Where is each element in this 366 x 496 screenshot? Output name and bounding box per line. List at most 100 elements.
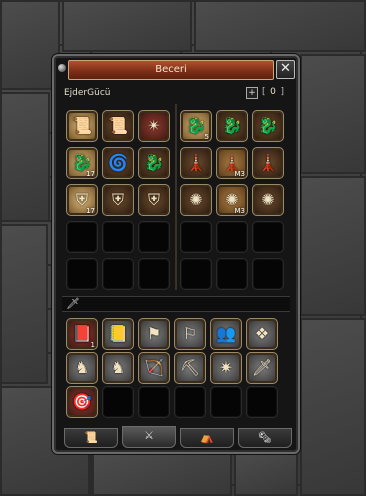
skill-slot[interactable]: 🗼 [252,147,284,179]
scroll-icon: 📜 [108,116,128,135]
skill-slot[interactable]: 🐉 5 [180,110,212,142]
skill-slot[interactable]: 🐉 17 [66,147,98,179]
camp-tab-icon: ⛺ [200,431,214,444]
skill-slot[interactable]: 🌀 [102,147,134,179]
empty-skill-slot[interactable] [210,386,242,418]
window-title: Beceri [68,60,274,80]
skill-level-label: 17 [86,170,95,178]
skill-slot[interactable]: ♞ [66,352,98,384]
tower-icon: 🗼 [186,153,206,172]
empty-skill-slot[interactable] [174,386,206,418]
claw-icon: ✷ [219,358,233,377]
skill-slot[interactable]: ⛨ [138,184,170,216]
scroll-icon: 📜 [72,116,92,135]
empty-skill-slot[interactable] [66,258,98,290]
skill-slot[interactable]: ⛨ [102,184,134,216]
stone-block [300,54,366,174]
empty-skill-slot[interactable] [180,258,212,290]
sword-tab-icon: ⚔ [144,429,154,442]
skill-slot[interactable]: 🎯 [66,386,98,418]
yellow-book-icon: 📒 [108,324,128,343]
tower-icon: 🗼 [258,153,278,172]
skill-slot[interactable]: 🐉 [138,147,170,179]
stone-block [92,452,232,496]
skill-level-label: 1 [90,341,95,349]
empty-skill-slot[interactable] [216,221,248,253]
spiral-icon: ✺ [261,190,275,209]
sword-icon: 🗡 [251,358,273,377]
empty-skill-slot[interactable] [66,221,98,253]
empty-skill-slot[interactable] [138,386,170,418]
swirl-icon: 🌀 [108,153,128,172]
skill-slot[interactable]: 🗼 M3 [216,147,248,179]
skill-slot[interactable]: 👥 [210,318,242,350]
target-icon: 🎯 [72,392,92,411]
tab-sword[interactable]: ⚔ [122,426,176,448]
skill-slot[interactable]: ⛏ [174,352,206,384]
empty-skill-slot[interactable] [252,221,284,253]
stone-block [0,92,50,222]
close-button[interactable]: ✕ [276,60,295,79]
empty-skill-slot[interactable] [102,221,134,253]
skill-slot[interactable]: ✺ [252,184,284,216]
sword-icon: 🗡 [66,297,80,310]
skill-slot[interactable]: ⚑ [138,318,170,350]
empty-skill-slot[interactable] [252,258,284,290]
skill-slot[interactable]: 🏹 [138,352,170,384]
skill-level-label: M3 [234,170,246,178]
stone-block [234,452,298,496]
skill-slot[interactable]: 🐉 [252,110,284,142]
empty-skill-slot[interactable] [138,258,170,290]
stone-block [300,318,366,496]
item-bar: 🗡 [62,296,290,312]
skill-slot[interactable]: 🗡 [246,352,278,384]
stone-block [300,176,366,316]
skill-slot[interactable]: ⚐ [174,318,206,350]
tab-camp[interactable]: ⛺ [180,428,234,448]
stone-block [194,0,366,52]
add-point-button[interactable]: + [246,87,258,99]
pickaxe-icon: ⛏ [179,358,201,377]
empty-skill-slot[interactable] [138,221,170,253]
skill-slot[interactable]: 📜 [102,110,134,142]
skill-slot[interactable]: ⛨ 17 [66,184,98,216]
skill-slot[interactable]: 📕 1 [66,318,98,350]
empty-skill-slot[interactable] [180,221,212,253]
tab-scroll[interactable]: 🗞 [238,428,292,448]
skill-slot[interactable]: ♞ [102,352,134,384]
dragon-icon: 🐉 [144,153,164,172]
skill-slot[interactable]: ❖ [246,318,278,350]
skill-slot[interactable]: 📒 [102,318,134,350]
skill-level-label: 5 [204,133,209,141]
skill-category-bar: EjderGücü + 0 [62,86,290,100]
bow-icon: 🏹 [144,358,164,377]
shield-icon: ⛨ [111,190,124,209]
pin-icon [58,64,66,72]
skill-slot[interactable]: 📜 [66,110,98,142]
tab-book[interactable]: 📜 [64,428,118,448]
skill-window: Beceri ✕ EjderGücü + 0 📜📜✴🐉5🐉🐉🐉17🌀🐉🗼🗼M3🗼… [52,54,300,454]
stone-block [62,0,192,52]
dragon-icon: 🐉 [222,116,242,135]
skill-level-label: 17 [86,207,95,215]
empty-skill-slot[interactable] [102,258,134,290]
skill-slot[interactable]: ✺ M3 [216,184,248,216]
skill-slot[interactable]: 🐉 [216,110,248,142]
skill-slot[interactable]: ✴ [138,110,170,142]
horse-icon: ♞ [74,358,90,377]
horse-icon: ♞ [110,358,126,377]
empty-skill-slot[interactable] [102,386,134,418]
empty-skill-slot[interactable] [246,386,278,418]
grid-divider [175,104,177,290]
group-icon: 👥 [216,324,236,343]
shield-icon: ⛨ [147,190,160,209]
skill-slot[interactable]: ✷ [210,352,242,384]
skill-slot[interactable]: 🗼 [180,147,212,179]
skill-slot[interactable]: ✺ [180,184,212,216]
flag-icon: ⚑ [146,324,162,343]
empty-skill-slot[interactable] [216,258,248,290]
category-name: EjderGücü [64,88,111,98]
tab-bar: 📜 ⚔ ⛺ 🗞 [60,426,292,448]
knot-icon: ❖ [254,324,270,343]
book-tab-icon: 📜 [84,431,98,444]
